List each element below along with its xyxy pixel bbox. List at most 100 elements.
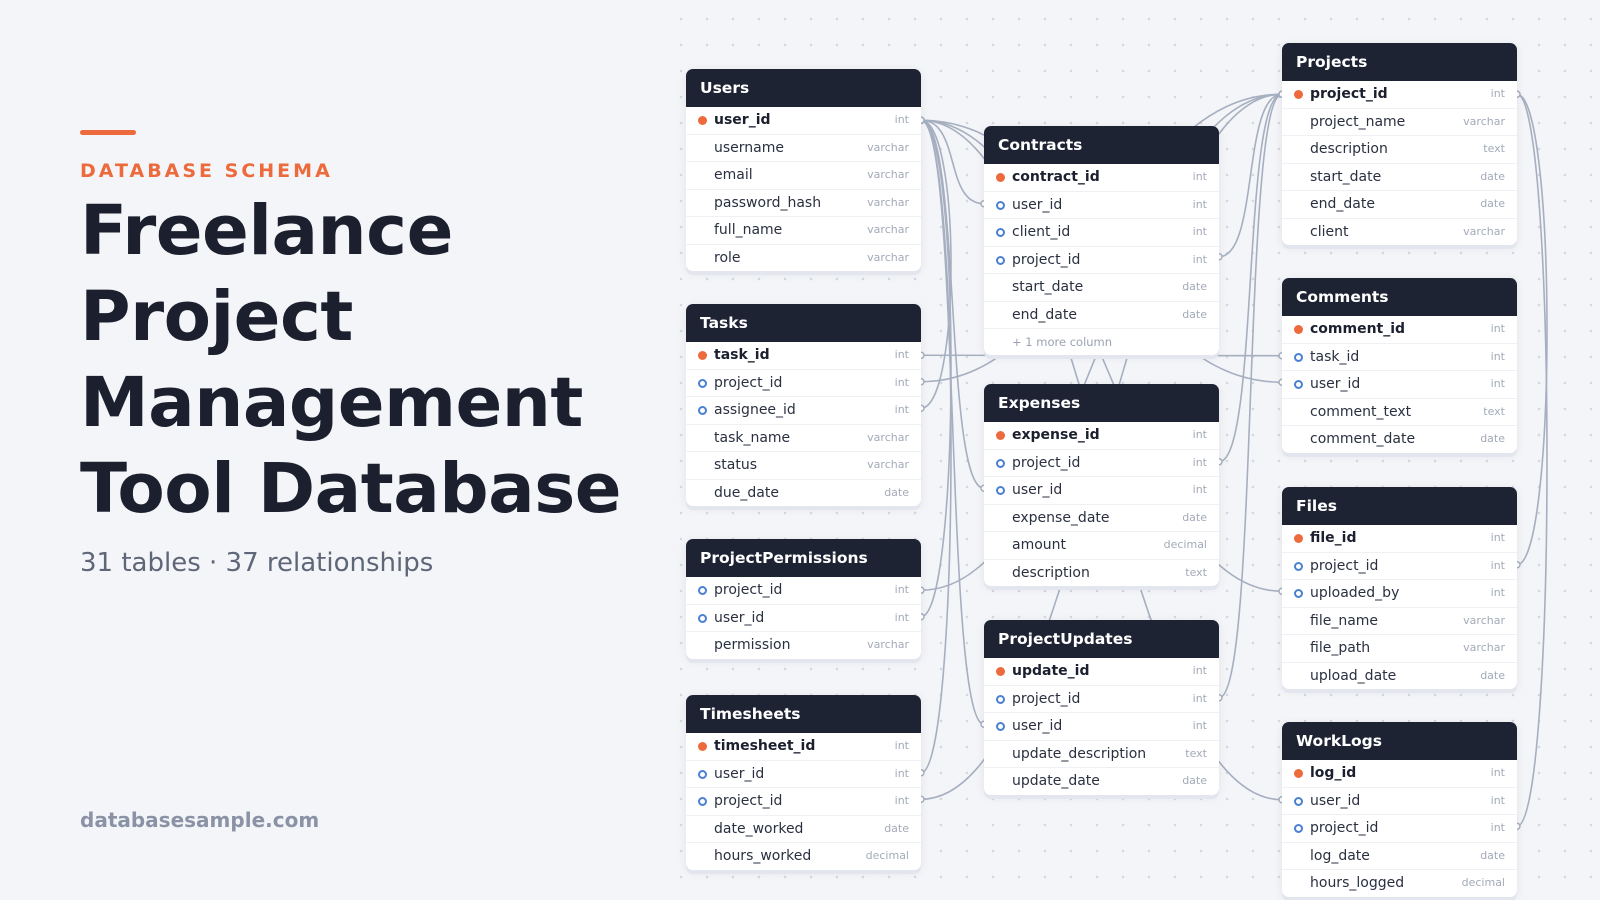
column-row[interactable]: role varchar xyxy=(686,245,921,272)
column-row[interactable]: user_id int xyxy=(1282,788,1517,815)
column-row[interactable]: comment_text text xyxy=(1282,399,1517,426)
column-row[interactable]: assignee_id int xyxy=(686,397,921,425)
column-type: int xyxy=(894,766,909,780)
column-row[interactable]: user_id int xyxy=(686,605,921,632)
column-row[interactable]: username varchar xyxy=(686,135,921,162)
column-row[interactable]: email varchar xyxy=(686,162,921,190)
column-row[interactable]: project_name varchar xyxy=(1282,109,1517,136)
foreign-key-icon xyxy=(698,378,707,388)
column-row[interactable]: start_date date xyxy=(1282,164,1517,191)
column-row[interactable]: user_id int xyxy=(686,761,921,788)
column-row[interactable]: update_description text xyxy=(984,741,1219,768)
column-row[interactable]: client_id int xyxy=(984,219,1219,247)
foreign-key-icon xyxy=(996,200,1005,210)
column-name: log_date xyxy=(1310,847,1370,864)
column-name: full_name xyxy=(714,222,783,238)
column-row[interactable]: user_id int xyxy=(984,713,1219,741)
column-row[interactable]: contract_id int xyxy=(984,164,1219,192)
column-type: int xyxy=(1490,821,1505,834)
column-row[interactable]: user_id int xyxy=(1282,371,1517,399)
table-users[interactable]: Users user_id int username varchar email varch… xyxy=(686,69,921,271)
column-type: decimal xyxy=(1163,538,1207,551)
relationship-line xyxy=(1218,93,1283,699)
column-row[interactable]: description text xyxy=(984,560,1219,587)
column-type: int xyxy=(894,375,909,389)
column-row[interactable]: update_date date xyxy=(984,768,1219,795)
column-row[interactable]: uploaded_by int xyxy=(1282,580,1517,608)
column-row[interactable]: user_id int xyxy=(984,477,1219,505)
table-tasks[interactable]: Tasks task_id int project_id int assignee_id i… xyxy=(686,304,921,506)
column-type: decimal xyxy=(1461,876,1505,889)
column-row[interactable]: project_id int xyxy=(1282,815,1517,843)
column-row[interactable]: log_id int xyxy=(1282,760,1517,788)
column-type: varchar xyxy=(1463,641,1505,654)
column-row[interactable]: project_id int xyxy=(1282,553,1517,580)
column-type: date xyxy=(884,821,909,835)
table-comments[interactable]: Comments comment_id int task_id int user_id in… xyxy=(1282,278,1517,453)
column-row[interactable]: expense_id int xyxy=(984,422,1219,450)
column-row[interactable]: start_date date xyxy=(984,274,1219,302)
column-row[interactable]: password_hash varchar xyxy=(686,190,921,217)
column-row[interactable]: expense_date date xyxy=(984,505,1219,532)
table-header: ProjectPermissions xyxy=(686,539,921,577)
column-name: update_description xyxy=(1012,745,1147,762)
column-row[interactable]: amount decimal xyxy=(984,532,1219,560)
column-row[interactable]: hours_worked decimal xyxy=(686,843,921,870)
column-name: project_id xyxy=(714,582,783,598)
column-type: int xyxy=(1490,793,1505,807)
column-row[interactable]: date_worked date xyxy=(686,816,921,843)
column-row[interactable]: description text xyxy=(1282,136,1517,164)
column-row[interactable]: permission varchar xyxy=(686,632,921,659)
column-name: due_date xyxy=(714,484,779,501)
table-projectupdates[interactable]: ProjectUpdates update_id int project_id int u… xyxy=(984,620,1219,795)
column-name: status xyxy=(714,457,758,473)
column-row[interactable]: comment_id int xyxy=(1282,316,1517,344)
column-row[interactable]: user_id int xyxy=(686,107,921,135)
table-header: Comments xyxy=(1282,278,1517,316)
column-row[interactable]: status varchar xyxy=(686,452,921,480)
table-expenses[interactable]: Expenses expense_id int project_id int user_i… xyxy=(984,384,1219,586)
column-row[interactable]: file_path varchar xyxy=(1282,635,1517,663)
column-row[interactable]: task_id int xyxy=(1282,344,1517,371)
table-timesheets[interactable]: Timesheets timesheet_id int user_id int proje… xyxy=(686,695,921,870)
column-row[interactable]: project_id int xyxy=(686,577,921,605)
column-type: int xyxy=(894,403,909,416)
table-projectpermissions[interactable]: ProjectPermissions project_id int user_id in… xyxy=(686,539,921,659)
column-name: description xyxy=(1310,141,1388,157)
column-row[interactable]: project_id int xyxy=(984,450,1219,477)
column-row[interactable]: task_name varchar xyxy=(686,425,921,452)
column-row[interactable]: user_id int xyxy=(984,192,1219,219)
column-row[interactable]: timesheet_id int xyxy=(686,733,921,761)
column-row[interactable]: end_date date xyxy=(984,302,1219,329)
column-row[interactable]: due_date date xyxy=(686,480,921,507)
column-name: project_id xyxy=(1012,454,1081,471)
table-projects[interactable]: Projects project_id int project_name varchar… xyxy=(1282,43,1517,245)
column-row[interactable]: file_id int xyxy=(1282,525,1517,553)
column-row[interactable]: end_date date xyxy=(1282,191,1517,219)
column-row[interactable]: upload_date date xyxy=(1282,663,1517,690)
column-row[interactable]: hours_logged decimal xyxy=(1282,870,1517,897)
column-row[interactable]: project_id int xyxy=(1282,81,1517,109)
column-row[interactable]: client varchar xyxy=(1282,219,1517,246)
column-row[interactable]: file_name varchar xyxy=(1282,608,1517,635)
column-row[interactable]: full_name varchar xyxy=(686,217,921,245)
column-row[interactable]: project_id int xyxy=(686,788,921,816)
column-name: project_id xyxy=(1012,251,1081,268)
table-contracts[interactable]: Contracts contract_id int user_id int client_… xyxy=(984,126,1219,355)
column-row[interactable]: project_id int xyxy=(984,686,1219,713)
column-name: user_id xyxy=(1012,482,1063,498)
foreign-key-icon xyxy=(996,228,1005,237)
column-name: role xyxy=(714,249,741,266)
column-row[interactable]: project_id int xyxy=(984,247,1219,274)
column-type: text xyxy=(1185,746,1207,760)
column-row[interactable]: comment_date date xyxy=(1282,426,1517,453)
column-row[interactable]: task_id int xyxy=(686,342,921,370)
more-columns-link[interactable]: + 1 more column xyxy=(984,329,1219,355)
column-type: date xyxy=(1182,307,1207,321)
table-worklogs[interactable]: WorkLogs log_id int user_id int project_id int… xyxy=(1282,722,1517,897)
column-row[interactable]: update_id int xyxy=(984,658,1219,686)
column-name: project_name xyxy=(1310,113,1406,130)
table-files[interactable]: Files file_id int project_id int uploaded_by i… xyxy=(1282,487,1517,689)
column-row[interactable]: project_id int xyxy=(686,370,921,397)
column-row[interactable]: log_date date xyxy=(1282,843,1517,870)
